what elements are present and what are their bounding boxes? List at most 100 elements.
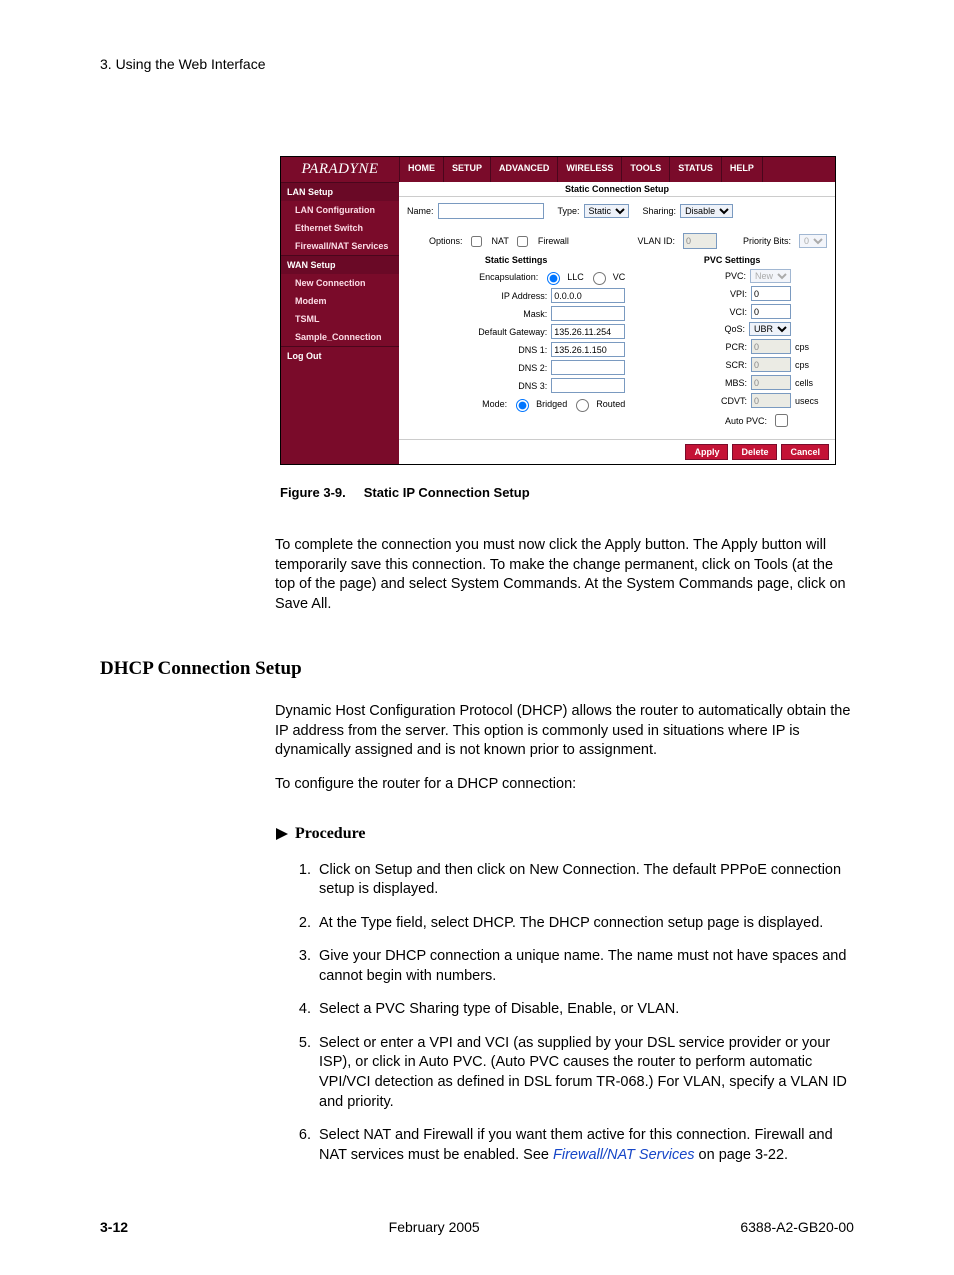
pcr-unit: cps	[795, 342, 827, 352]
chapter-header: 3. Using the Web Interface	[100, 56, 854, 72]
gateway-input[interactable]	[551, 324, 625, 339]
encapsulation-label: Encapsulation:	[479, 272, 538, 282]
vc-label: VC	[613, 272, 626, 282]
sidebar: LAN Setup LAN Configuration Ethernet Swi…	[281, 182, 399, 464]
cdvt-label: CDVT:	[721, 396, 747, 406]
cancel-button[interactable]: Cancel	[781, 444, 829, 460]
nav-advanced[interactable]: ADVANCED	[491, 157, 558, 182]
nav-help[interactable]: HELP	[722, 157, 763, 182]
sidebar-lan-config[interactable]: LAN Configuration	[281, 201, 399, 219]
nav-status[interactable]: STATUS	[670, 157, 722, 182]
paragraph-apply: To complete the connection you must now …	[275, 536, 854, 614]
gateway-label: Default Gateway:	[478, 327, 547, 337]
mode-bridged-radio[interactable]	[516, 399, 529, 412]
dns3-label: DNS 3:	[518, 381, 547, 391]
sidebar-ethernet-switch[interactable]: Ethernet Switch	[281, 219, 399, 237]
nav-tools[interactable]: TOOLS	[622, 157, 670, 182]
static-settings-title: Static Settings	[407, 255, 625, 265]
qos-select[interactable]: UBR	[749, 322, 791, 336]
vci-label: VCI:	[729, 307, 747, 317]
paragraph-dhcp-intro: Dynamic Host Configuration Protocol (DHC…	[275, 702, 854, 761]
scr-label: SCR:	[725, 360, 747, 370]
sharing-label: Sharing:	[643, 206, 677, 216]
panel-title: Static Connection Setup	[399, 182, 835, 197]
ip-input[interactable]	[551, 288, 625, 303]
step-6: Select NAT and Firewall if you want them…	[315, 1126, 854, 1165]
vpi-label: VPI:	[730, 289, 747, 299]
delete-button[interactable]: Delete	[732, 444, 777, 460]
step-2: At the Type field, select DHCP. The DHCP…	[315, 914, 854, 934]
scr-unit: cps	[795, 360, 827, 370]
dns2-label: DNS 2:	[518, 363, 547, 373]
priority-label: Priority Bits:	[743, 236, 791, 246]
dns3-input[interactable]	[551, 378, 625, 393]
vci-input[interactable]	[751, 304, 791, 319]
sidebar-new-connection[interactable]: New Connection	[281, 274, 399, 292]
sidebar-lan-setup[interactable]: LAN Setup	[281, 182, 399, 201]
step-3: Give your DHCP connection a unique name.…	[315, 947, 854, 986]
vpi-input[interactable]	[751, 286, 791, 301]
autopvc-checkbox[interactable]	[775, 414, 788, 427]
paradyne-logo: PARADYNE	[281, 157, 400, 182]
encapsulation-llc-radio[interactable]	[547, 272, 560, 285]
autopvc-label: Auto PVC:	[725, 416, 767, 426]
mbs-input[interactable]	[751, 375, 791, 390]
mbs-label: MBS:	[725, 378, 747, 388]
llc-label: LLC	[567, 272, 584, 282]
mode-label: Mode:	[482, 399, 507, 409]
name-label: Name:	[407, 206, 434, 216]
section-heading-dhcp: DHCP Connection Setup	[100, 658, 854, 680]
qos-label: QoS:	[724, 324, 745, 334]
priority-select[interactable]: 0	[799, 234, 827, 248]
encapsulation-vc-radio[interactable]	[593, 272, 606, 285]
routed-label: Routed	[596, 399, 625, 409]
type-label: Type:	[558, 206, 580, 216]
mode-routed-radio[interactable]	[576, 399, 589, 412]
nat-checkbox[interactable]	[471, 236, 482, 247]
cdvt-input[interactable]	[751, 393, 791, 408]
triangle-icon	[275, 827, 289, 841]
nat-label: NAT	[492, 236, 509, 246]
bridged-label: Bridged	[536, 399, 567, 409]
procedure-label: Procedure	[295, 825, 366, 843]
dns1-input[interactable]	[551, 342, 625, 357]
dns2-input[interactable]	[551, 360, 625, 375]
nav-home[interactable]: HOME	[400, 157, 444, 182]
cdvt-unit: usecs	[795, 396, 827, 406]
sidebar-tsml[interactable]: TSML	[281, 310, 399, 328]
pcr-input[interactable]	[751, 339, 791, 354]
sidebar-firewall-nat[interactable]: Firewall/NAT Services	[281, 237, 399, 255]
vlan-label: VLAN ID:	[637, 236, 675, 246]
type-select[interactable]: Static	[584, 204, 629, 218]
sidebar-sample-connection[interactable]: Sample_Connection	[281, 328, 399, 346]
pvc-select[interactable]: New	[750, 269, 791, 283]
vlan-input[interactable]	[683, 233, 717, 249]
nav-wireless[interactable]: WIRELESS	[558, 157, 622, 182]
top-nav: HOME SETUP ADVANCED WIRELESS TOOLS STATU…	[400, 157, 835, 182]
dns1-label: DNS 1:	[518, 345, 547, 355]
firewall-label: Firewall	[538, 236, 569, 246]
footer-doc-id: 6388-A2-GB20-00	[740, 1219, 854, 1235]
page-number: 3-12	[100, 1219, 128, 1235]
sidebar-logout[interactable]: Log Out	[281, 346, 399, 365]
sidebar-wan-setup[interactable]: WAN Setup	[281, 255, 399, 274]
step-4: Select a PVC Sharing type of Disable, En…	[315, 1000, 854, 1020]
sidebar-modem[interactable]: Modem	[281, 292, 399, 310]
step-5: Select or enter a VPI and VCI (as suppli…	[315, 1034, 854, 1112]
pcr-label: PCR:	[725, 342, 747, 352]
firewall-nat-link[interactable]: Firewall/NAT Services	[553, 1147, 695, 1163]
apply-button[interactable]: Apply	[685, 444, 728, 460]
mbs-unit: cells	[795, 378, 827, 388]
firewall-checkbox[interactable]	[517, 236, 528, 247]
nav-setup[interactable]: SETUP	[444, 157, 491, 182]
sharing-select[interactable]: Disable	[680, 204, 733, 218]
footer-date: February 2005	[389, 1219, 480, 1235]
step-1: Click on Setup and then click on New Con…	[315, 861, 854, 900]
ip-label: IP Address:	[501, 291, 547, 301]
options-label: Options:	[429, 236, 463, 246]
scr-input[interactable]	[751, 357, 791, 372]
mask-input[interactable]	[551, 306, 625, 321]
name-input[interactable]	[438, 203, 544, 219]
figure-caption: Figure 3-9.Static IP Connection Setup	[280, 485, 854, 500]
paragraph-dhcp-lead: To configure the router for a DHCP conne…	[275, 775, 854, 795]
